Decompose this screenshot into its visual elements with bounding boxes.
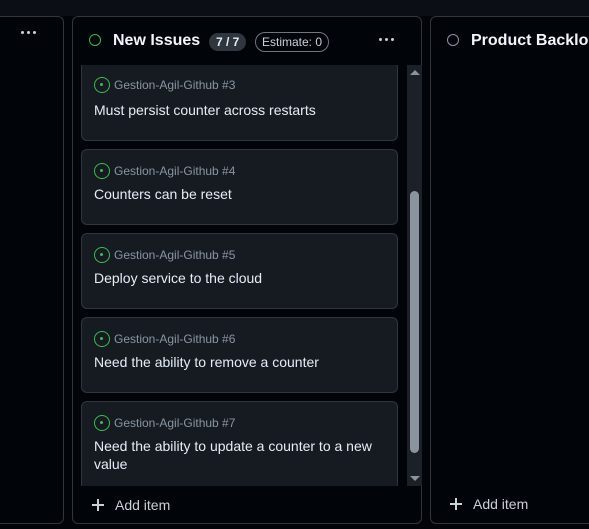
issue-card[interactable]: Gestion-Agil-Github #6 Need the ability …	[81, 317, 398, 393]
scroll-up-arrow-icon[interactable]	[410, 70, 420, 75]
card-list: Gestion-Agil-Github #3 Must persist coun…	[81, 65, 398, 486]
repo-label: Gestion-Agil-Github #6	[114, 332, 236, 346]
issue-opened-icon	[94, 163, 110, 179]
board-column-left	[0, 16, 64, 524]
issue-title[interactable]: Need the ability to update a counter to …	[94, 437, 385, 473]
issue-title[interactable]: Counters can be reset	[94, 185, 385, 203]
add-item-label: Add item	[473, 496, 529, 512]
scrollbar-thumb[interactable]	[410, 191, 419, 453]
board-column-new-issues: New Issues 7 / 7 Estimate: 0 Gestion-Agi…	[72, 16, 422, 524]
scroll-down-arrow-icon[interactable]	[410, 476, 420, 481]
estimate-badge: Estimate: 0	[255, 32, 330, 52]
status-circle-icon	[89, 34, 101, 46]
add-item-label: Add item	[115, 497, 171, 513]
issue-title[interactable]: Need the ability to remove a counter	[94, 353, 385, 371]
issue-card[interactable]: Gestion-Agil-Github #3 Must persist coun…	[81, 65, 398, 141]
issue-repo-ref[interactable]: Gestion-Agil-Github #6	[94, 331, 235, 347]
repo-label: Gestion-Agil-Github #4	[114, 164, 236, 178]
plus-icon	[450, 498, 462, 510]
issue-title[interactable]: Must persist counter across restarts	[94, 101, 385, 119]
column-title: New Issues	[113, 32, 201, 49]
issue-repo-ref[interactable]: Gestion-Agil-Github #7	[94, 415, 235, 431]
column-header: New Issues 7 / 7 Estimate: 0	[73, 17, 421, 65]
issue-card[interactable]: Gestion-Agil-Github #7 Need the ability …	[81, 401, 398, 486]
issue-title[interactable]: Deploy service to the cloud	[94, 269, 385, 287]
vertical-scrollbar[interactable]	[407, 65, 422, 486]
add-item-button[interactable]: Add item	[450, 496, 528, 512]
issue-opened-icon	[94, 77, 110, 93]
top-bar	[0, 0, 589, 16]
add-item-button[interactable]: Add item	[92, 497, 170, 513]
issue-opened-icon	[94, 247, 110, 263]
issue-repo-ref[interactable]: Gestion-Agil-Github #3	[94, 77, 235, 93]
column-title: Product Backlo	[471, 32, 589, 49]
issue-card[interactable]: Gestion-Agil-Github #4 Counters can be r…	[81, 149, 398, 225]
issue-card[interactable]: Gestion-Agil-Github #5 Deploy service to…	[81, 233, 398, 309]
item-count-badge: 7 / 7	[209, 33, 247, 51]
column-menu-icon[interactable]	[379, 38, 394, 41]
status-circle-icon	[447, 34, 459, 46]
issue-repo-ref[interactable]: Gestion-Agil-Github #4	[94, 163, 235, 179]
plus-icon	[92, 499, 104, 511]
column-menu-icon[interactable]	[21, 31, 36, 34]
column-header: Product Backlo	[431, 17, 589, 65]
repo-label: Gestion-Agil-Github #5	[114, 248, 236, 262]
board-column-product-backlog: Product Backlo Add item	[430, 16, 589, 524]
repo-label: Gestion-Agil-Github #7	[114, 416, 236, 430]
repo-label: Gestion-Agil-Github #3	[114, 78, 236, 92]
issue-opened-icon	[94, 415, 110, 431]
issue-opened-icon	[94, 331, 110, 347]
issue-repo-ref[interactable]: Gestion-Agil-Github #5	[94, 247, 235, 263]
